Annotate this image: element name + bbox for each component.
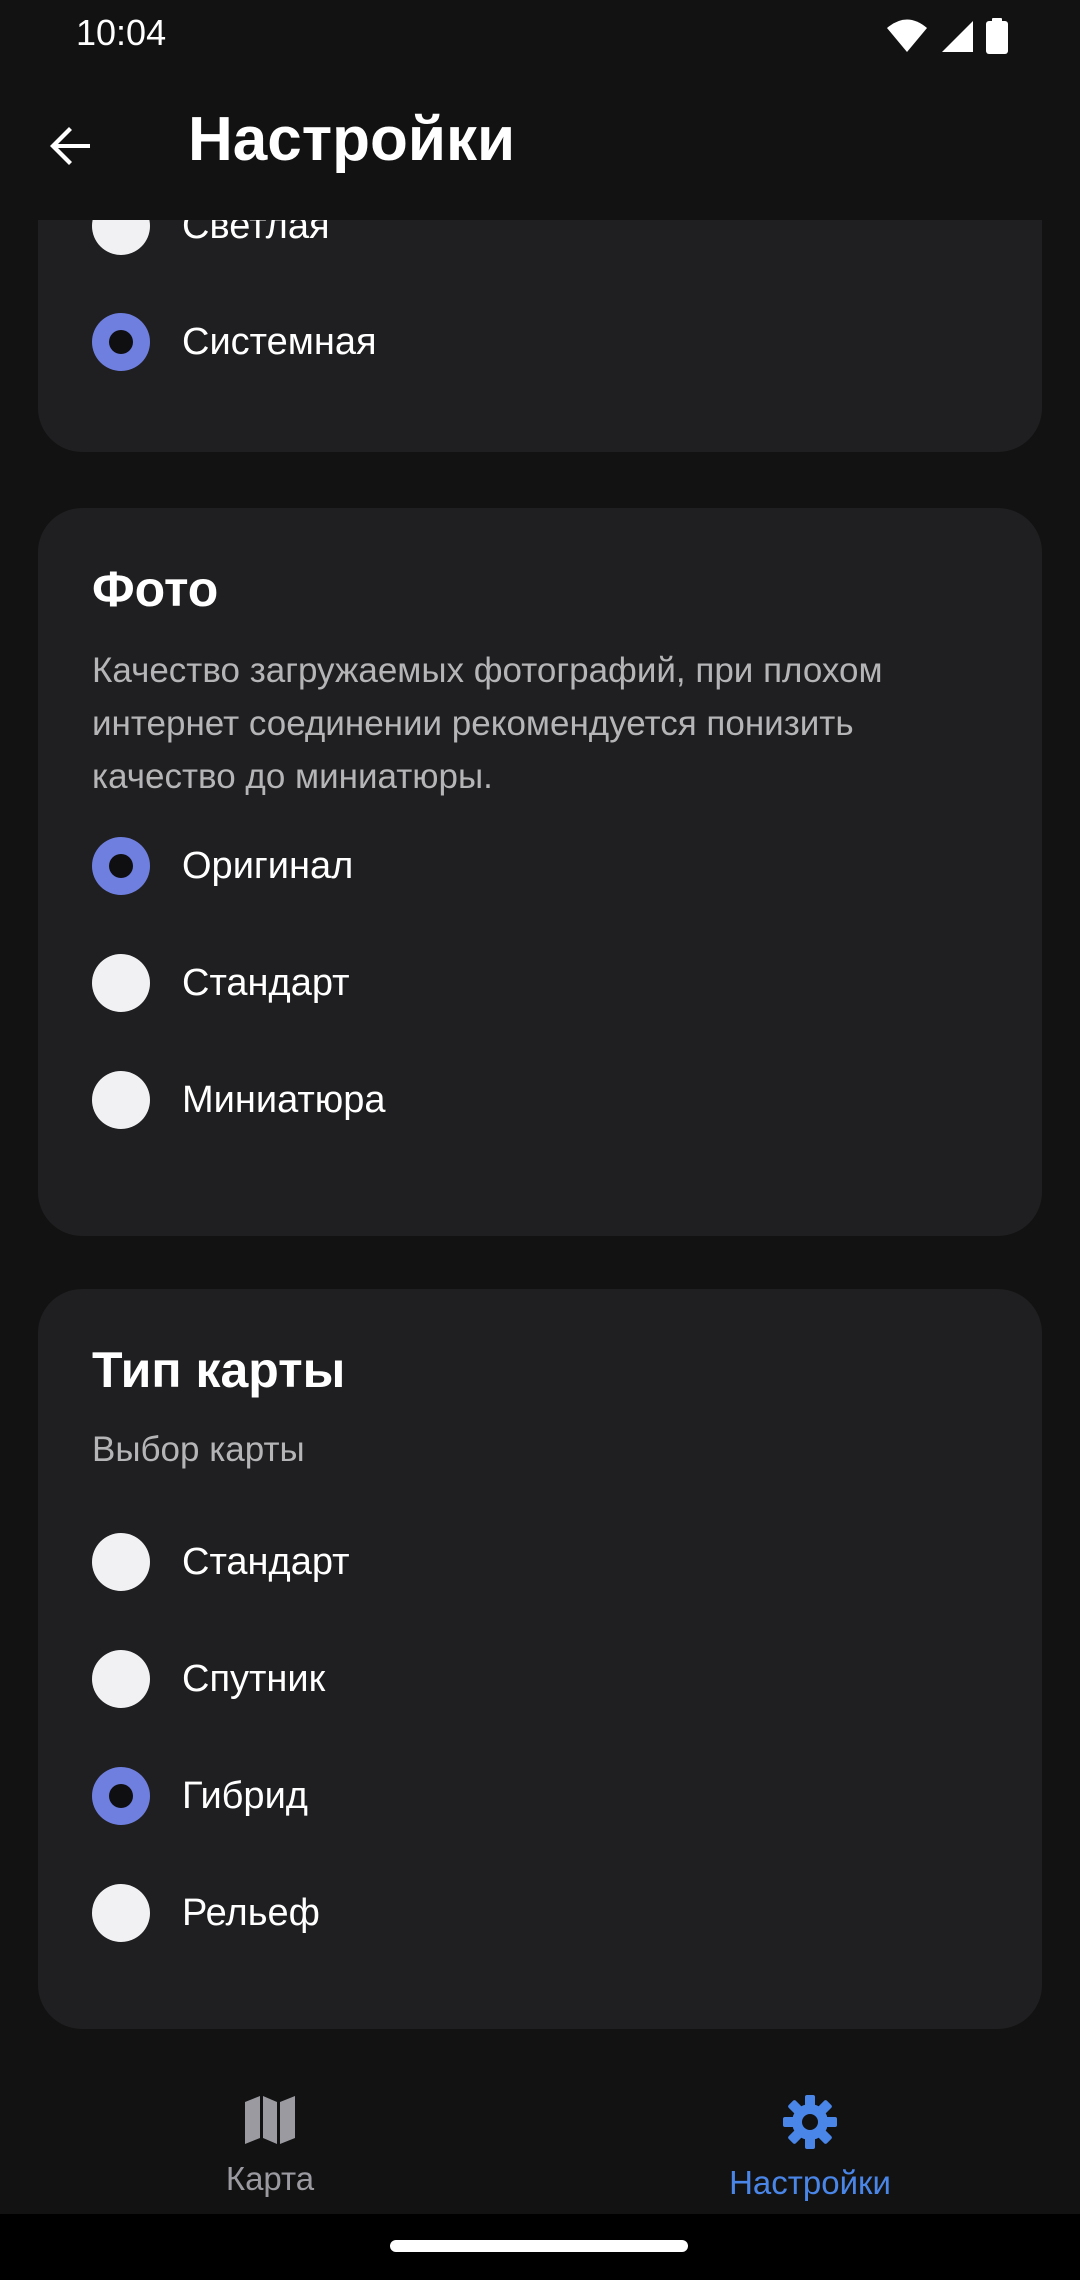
- gesture-navigation-area: [0, 2214, 1080, 2280]
- app-bar: Настройки: [0, 72, 1080, 220]
- theme-option-light[interactable]: Светлая: [92, 220, 972, 266]
- arrow-back-icon: [50, 127, 90, 165]
- map-option-standard[interactable]: Стандарт: [92, 1522, 972, 1602]
- map-option-terrain[interactable]: Рельеф: [92, 1873, 972, 1953]
- gear-icon: [783, 2095, 837, 2149]
- status-icons: [886, 16, 1008, 56]
- status-time: 10:04: [76, 12, 167, 53]
- nav-label: Настройки: [729, 2164, 891, 2201]
- card-description: Качество загружаемых фотографий, при пло…: [92, 651, 883, 796]
- card-title: Тип карты: [92, 1342, 346, 1398]
- option-label: Миниатюра: [182, 1078, 386, 1121]
- option-label: Стандарт: [182, 1540, 350, 1583]
- map-icon: [245, 2096, 295, 2144]
- page-title: Настройки: [188, 105, 516, 174]
- back-button[interactable]: [30, 106, 110, 186]
- signal-icon: [942, 21, 973, 52]
- option-label: Оригинал: [182, 844, 354, 887]
- bottom-navigation: Карта Настройки: [0, 2050, 1080, 2214]
- option-label: Рельеф: [182, 1891, 320, 1934]
- settings-screen: 10:04 Настройки Светлая Системная Фото К…: [0, 0, 1080, 2280]
- radio-button-selected[interactable]: [92, 1767, 150, 1825]
- map-option-hybrid[interactable]: Гибрид: [92, 1756, 972, 1836]
- radio-button[interactable]: [92, 220, 150, 255]
- option-label: Светлая: [182, 220, 330, 247]
- radio-button[interactable]: [92, 1071, 150, 1129]
- option-label: Спутник: [182, 1657, 326, 1700]
- radio-button[interactable]: [92, 1650, 150, 1708]
- theme-card: Светлая Системная: [38, 220, 1042, 452]
- photo-option-original[interactable]: Оригинал: [92, 826, 972, 906]
- card-title: Фото: [92, 561, 219, 617]
- photo-card: Фото Качество загружаемых фотографий, пр…: [38, 508, 1042, 1236]
- photo-option-standard[interactable]: Стандарт: [92, 943, 972, 1023]
- theme-option-system[interactable]: Системная: [92, 302, 972, 382]
- nav-item-map[interactable]: Карта: [0, 2050, 540, 2214]
- nav-item-settings[interactable]: Настройки: [540, 2050, 1080, 2214]
- option-label: Стандарт: [182, 961, 350, 1004]
- map-type-card: Тип карты Выбор карты Стандарт Спутник Г…: [38, 1289, 1042, 2029]
- photo-option-thumbnail[interactable]: Миниатюра: [92, 1060, 972, 1140]
- option-label: Системная: [182, 320, 377, 363]
- battery-icon: [986, 18, 1008, 54]
- option-label: Гибрид: [182, 1774, 308, 1817]
- nav-label: Карта: [225, 2160, 315, 2197]
- home-gesture-handle[interactable]: [390, 2240, 688, 2252]
- radio-button-selected[interactable]: [92, 313, 150, 371]
- radio-button[interactable]: [92, 1533, 150, 1591]
- card-description: Выбор карты: [92, 1430, 305, 1469]
- wifi-icon: [887, 19, 927, 52]
- radio-button[interactable]: [92, 954, 150, 1012]
- radio-button[interactable]: [92, 1884, 150, 1942]
- status-bar: 10:04: [0, 0, 1080, 72]
- radio-button-selected[interactable]: [92, 837, 150, 895]
- settings-list[interactable]: Светлая Системная Фото Качество загружае…: [0, 220, 1080, 2050]
- map-option-satellite[interactable]: Спутник: [92, 1639, 972, 1719]
